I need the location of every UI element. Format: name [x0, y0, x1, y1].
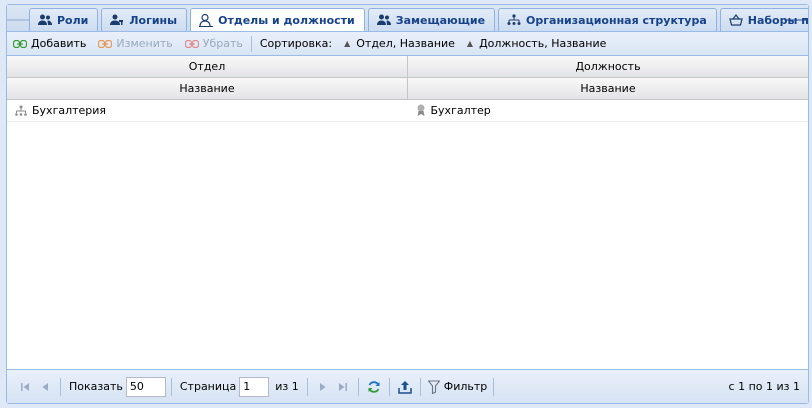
tab-label: Организационная структура	[526, 13, 707, 27]
pager-separator	[60, 377, 61, 396]
tab-substitutes[interactable]: Замещающие	[367, 8, 496, 31]
user-key-icon	[110, 14, 124, 25]
refresh-button[interactable]	[364, 377, 384, 397]
link-remove-icon	[184, 39, 199, 48]
edit-button-label: Изменить	[116, 37, 173, 50]
last-page-button[interactable]	[333, 377, 353, 397]
paging-info: с 1 по 1 из 1	[728, 380, 800, 393]
department-name: Бухгалтерия	[32, 104, 107, 117]
users-icon	[38, 14, 52, 25]
sort-department-label: Отдел, Название	[356, 37, 455, 50]
prev-page-icon	[42, 382, 48, 391]
add-button-label: Добавить	[31, 37, 87, 50]
page-size-input[interactable]	[125, 376, 166, 397]
first-page-button[interactable]	[15, 377, 35, 397]
first-page-icon	[21, 382, 29, 391]
user-card-icon	[199, 14, 214, 27]
column-header-row: Название Название	[7, 78, 808, 100]
sort-department-button[interactable]: ▲ Отдел, Название	[344, 37, 455, 50]
badge-icon	[417, 104, 424, 116]
pager-separator	[388, 377, 390, 396]
remove-button[interactable]: Убрать	[184, 37, 243, 50]
next-page-icon	[319, 382, 326, 391]
tab-scroll-right-button[interactable]: 🡒	[783, 8, 808, 30]
tabs: Роли Логины Отделы и должности Замещающи…	[29, 8, 808, 31]
add-button[interactable]: Добавить	[13, 37, 86, 50]
sort-position-button[interactable]: ▲ Должность, Название	[467, 37, 606, 50]
column-header-position-name[interactable]: Название	[407, 78, 808, 99]
pager-separator	[357, 377, 359, 396]
export-icon	[398, 380, 412, 394]
org-structure-icon	[15, 105, 27, 116]
pager-separator	[419, 377, 421, 396]
tab-label: Логины	[129, 13, 178, 27]
link-add-icon	[13, 39, 27, 48]
arrow-right-icon: 🡒	[782, 12, 808, 27]
tab-label: Отделы и должности	[218, 14, 355, 27]
filter-icon	[427, 379, 440, 394]
tab-departments-positions[interactable]: Отделы и должности	[190, 8, 365, 31]
refresh-icon	[368, 380, 380, 393]
toolbar-separator	[250, 35, 252, 52]
toolbar: Добавить Изменить Убрать Сортировка: ▲ О…	[7, 31, 808, 56]
sort-asc-icon: ▲	[466, 39, 474, 48]
tab-org-structure[interactable]: Организационная структура	[498, 8, 717, 31]
org-structure-icon	[507, 14, 521, 25]
department-cell: Бухгалтерия	[7, 100, 408, 121]
page-count-label: из 1	[275, 380, 299, 393]
tab-label: Роли	[57, 13, 89, 27]
pager-separator	[306, 377, 308, 396]
column-header-department-name[interactable]: Название	[7, 78, 407, 99]
position-name: Бухгалтер	[430, 104, 491, 117]
table-row[interactable]: Бухгалтерия Бухгалтер	[7, 100, 808, 122]
tab-logins[interactable]: Логины	[101, 8, 188, 31]
last-page-icon	[338, 382, 347, 391]
page-label: Страница	[179, 380, 237, 393]
tab-roles[interactable]: Роли	[29, 8, 99, 31]
sort-position-label: Должность, Название	[479, 37, 607, 50]
tab-strip: 🡐 Роли Логины Отделы и должности Замещаю…	[7, 5, 808, 31]
tab-scroll-left-button[interactable]: 🡐	[7, 8, 32, 30]
group-header-department[interactable]: Отдел	[7, 56, 407, 77]
remove-button-label: Убрать	[202, 37, 243, 50]
tab-label: Замещающие	[395, 13, 486, 27]
sort-label: Сортировка:	[259, 37, 333, 50]
filter-label: Фильтр	[443, 380, 488, 393]
main-panel: 🡐 Роли Логины Отделы и должности Замещаю…	[6, 4, 809, 404]
page-size-label: Показать	[69, 380, 123, 393]
next-page-button[interactable]	[313, 377, 333, 397]
edit-button[interactable]: Изменить	[98, 37, 173, 50]
export-button[interactable]	[395, 377, 415, 397]
page-number-input[interactable]	[239, 376, 270, 397]
paging-toolbar: Показать Страница из 1 Фильтр с 1 по 1 и…	[7, 369, 808, 403]
basket-icon	[728, 14, 743, 26]
sort-asc-icon: ▲	[344, 39, 351, 48]
data-grid: Отдел Должность Название Название Бухгал…	[7, 56, 808, 369]
users-swap-icon	[376, 14, 391, 25]
group-header-position[interactable]: Должность	[407, 56, 808, 77]
filter-button[interactable]: Фильтр	[427, 379, 488, 394]
group-header-row: Отдел Должность	[7, 56, 808, 78]
position-cell: Бухгалтер	[408, 100, 809, 121]
pager-separator	[170, 377, 172, 396]
pager-separator	[493, 377, 495, 396]
prev-page-button[interactable]	[35, 377, 55, 397]
link-edit-icon	[98, 39, 113, 48]
